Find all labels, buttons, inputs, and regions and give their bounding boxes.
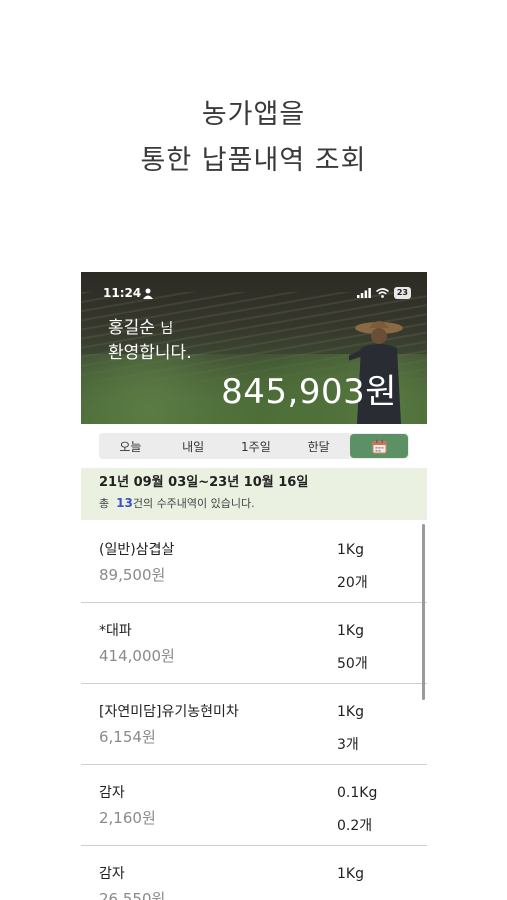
item-price: 89,500원 [99,566,166,584]
item-price: 2,160원 [99,809,156,827]
item-name: 감자 [99,785,125,801]
item-quantity: 3개 [337,737,359,753]
item-quantity: 0.2개 [337,818,373,834]
greeting: 홍길순 님 환영합니다. [108,316,192,365]
date-range-summary: 21년 09월 03일~23년 10월 16일 총 13건의 수주내역이 있습니… [81,468,427,520]
item-unit: 1Kg [337,704,364,720]
item-unit: 1Kg [337,623,364,639]
person-icon [143,288,153,299]
signal-icon [356,288,371,298]
count-number: 13 [116,496,133,510]
hero-banner: 11:24 23 홍길순 님 환영합니다. 845,903원 [81,272,427,424]
tab-month[interactable]: 한달 [287,438,350,455]
user-name: 홍길순 [108,318,155,338]
item-price: 26,550원 [99,890,166,900]
item-unit: 1Kg [337,542,364,558]
calendar-icon [372,439,386,453]
list-item[interactable]: 감자 2,160원 0.1Kg 0.2개 [81,765,427,846]
count-prefix: 총 [99,497,110,510]
status-bar: 11:24 23 [103,286,411,302]
list-item[interactable]: (일반)삼겹살 89,500원 1Kg 20개 [81,522,427,603]
order-list: (일반)삼겹살 89,500원 1Kg 20개 *대파 414,000원 1Kg… [81,522,427,900]
tab-tomorrow[interactable]: 내일 [162,438,225,455]
phone-screenshot: 11:24 23 홍길순 님 환영합니다. 845,903원 오늘 내일 1주일… [81,272,427,900]
item-quantity: 20개 [337,575,368,591]
list-item[interactable]: *대파 414,000원 1Kg 50개 [81,603,427,684]
order-count: 총 13건의 수주내역이 있습니다. [99,493,409,514]
item-quantity: 50개 [337,656,368,672]
tab-week[interactable]: 1주일 [225,438,288,455]
item-unit: 1Kg [337,866,364,882]
battery-icon: 23 [393,287,411,299]
date-range: 21년 09월 03일~23년 10월 16일 [99,475,309,490]
total-amount: 845,903원 [221,372,397,412]
period-tabs: 오늘 내일 1주일 한달 [99,433,409,459]
count-suffix: 건의 수주내역이 있습니다. [132,497,255,510]
welcome-text: 환영합니다. [108,343,192,363]
headline-line-2: 통한 납품내역 조회 [140,145,367,176]
item-unit: 0.1Kg [337,785,378,801]
scrollbar[interactable] [422,524,425,700]
tab-calendar[interactable] [350,434,408,458]
item-price: 414,000원 [99,647,175,665]
tab-today[interactable]: 오늘 [99,438,162,455]
status-indicators: 23 [356,287,411,299]
status-time: 11:24 [103,286,142,300]
headline-line-1: 농가앱을 [201,99,306,130]
promo-headline: 농가앱을 통한 납품내역 조회 [0,92,507,184]
wifi-icon [375,288,389,298]
list-item[interactable]: 감자 26,550원 1Kg [81,846,427,900]
item-name: 감자 [99,866,125,882]
honorific: 님 [160,321,174,337]
item-name: [자연미담]유기농현미차 [99,704,239,720]
item-price: 6,154원 [99,728,156,746]
item-name: (일반)삼겹살 [99,542,175,558]
list-item[interactable]: [자연미담]유기농현미차 6,154원 1Kg 3개 [81,684,427,765]
item-name: *대파 [99,623,132,639]
